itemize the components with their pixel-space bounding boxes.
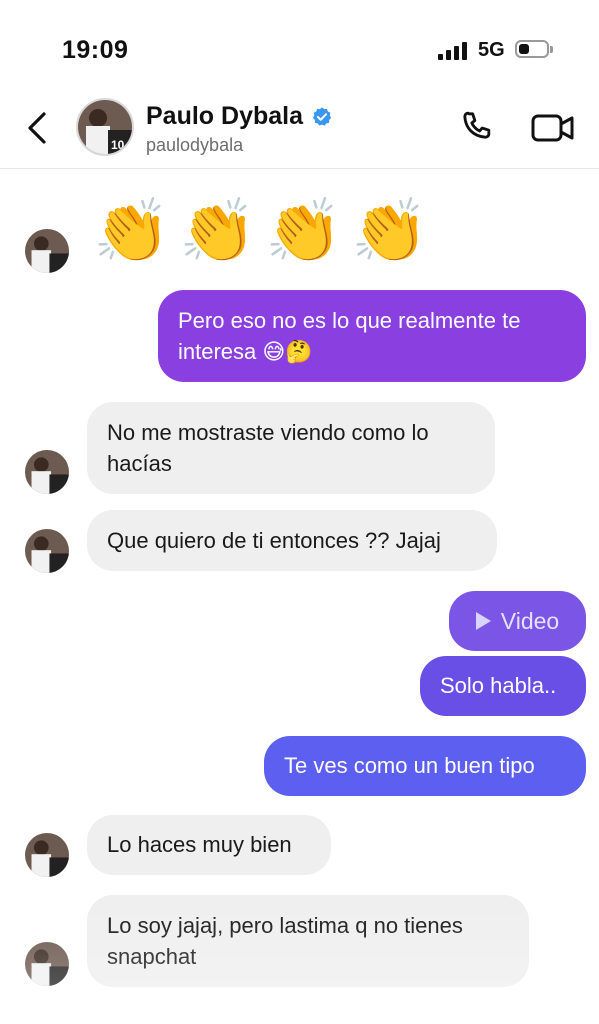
message-text: Que quiero de ti entonces ?? Jajaj	[107, 528, 441, 553]
call-button[interactable]	[458, 108, 498, 148]
chat-header: 10 Paulo Dybala paulodybala	[0, 90, 599, 169]
video-message[interactable]: Video	[449, 591, 586, 651]
network-type: 5G	[478, 39, 505, 61]
avatar-image	[25, 529, 69, 573]
avatar-image	[25, 229, 69, 273]
contact-name: Paulo Dybala	[146, 102, 303, 130]
contact-name-row[interactable]: Paulo Dybala	[146, 102, 333, 131]
message-bubble-outgoing[interactable]: Pero eso no es lo que realmente te inter…	[158, 290, 586, 382]
message-bubble-outgoing[interactable]: Solo habla..	[420, 656, 586, 716]
message-bubble-incoming[interactable]: Que quiero de ti entonces ?? Jajaj	[87, 510, 497, 571]
signal-icon	[438, 42, 468, 60]
emoji-message[interactable]: 👏 👏 👏 👏	[92, 193, 430, 271]
battery-fill	[519, 44, 529, 54]
svg-text:10: 10	[111, 138, 125, 152]
sender-avatar[interactable]	[25, 450, 69, 494]
contact-avatar[interactable]: 10	[76, 98, 134, 156]
avatar-image	[25, 833, 69, 877]
avatar-image	[25, 450, 69, 494]
message-bubble-incoming[interactable]: Lo soy jajaj, pero lastima q no tienes s…	[87, 895, 529, 987]
back-button[interactable]	[20, 108, 54, 148]
message-bubble-outgoing[interactable]: Te ves como un buen tipo	[264, 736, 586, 796]
status-bar: 19:09 5G	[0, 0, 599, 90]
sender-avatar[interactable]	[25, 942, 69, 986]
clapping-hands-emoji: 👏	[351, 197, 429, 266]
avatar-image	[25, 942, 69, 986]
sender-avatar[interactable]	[25, 229, 69, 273]
clapping-hands-emoji: 👏	[179, 197, 257, 266]
chevron-left-icon	[28, 112, 46, 144]
message-thread[interactable]: 👏 👏 👏 👏 Pero eso no es lo que realmente …	[0, 169, 599, 1024]
play-icon	[475, 612, 491, 630]
battery-icon	[515, 40, 553, 58]
video-label: Video	[500, 607, 560, 634]
message-text: Lo haces muy bien	[107, 832, 292, 857]
video-call-button[interactable]	[530, 110, 576, 146]
verified-badge-icon	[312, 106, 332, 126]
clapping-hands-emoji: 👏	[265, 197, 343, 266]
phone-icon	[463, 111, 491, 139]
message-text: Pero eso no es lo que realmente te inter…	[178, 308, 521, 364]
clapping-hands-emoji: 👏	[93, 197, 171, 266]
status-time: 19:09	[62, 36, 129, 64]
message-text: Te ves como un buen tipo	[284, 753, 535, 778]
message-text: Lo soy jajaj, pero lastima q no tienes s…	[107, 913, 463, 969]
message-text: No me mostraste viendo como lo hacías	[107, 420, 429, 476]
video-camera-icon	[531, 114, 574, 142]
sender-avatar[interactable]	[25, 529, 69, 573]
message-bubble-incoming[interactable]: No me mostraste viendo como lo hacías	[87, 402, 495, 494]
message-text: Solo habla..	[440, 673, 557, 698]
sender-avatar[interactable]	[25, 833, 69, 877]
message-bubble-incoming[interactable]: Lo haces muy bien	[87, 815, 331, 875]
contact-handle: paulodybala	[146, 135, 244, 155]
avatar-image: 10	[78, 100, 132, 154]
